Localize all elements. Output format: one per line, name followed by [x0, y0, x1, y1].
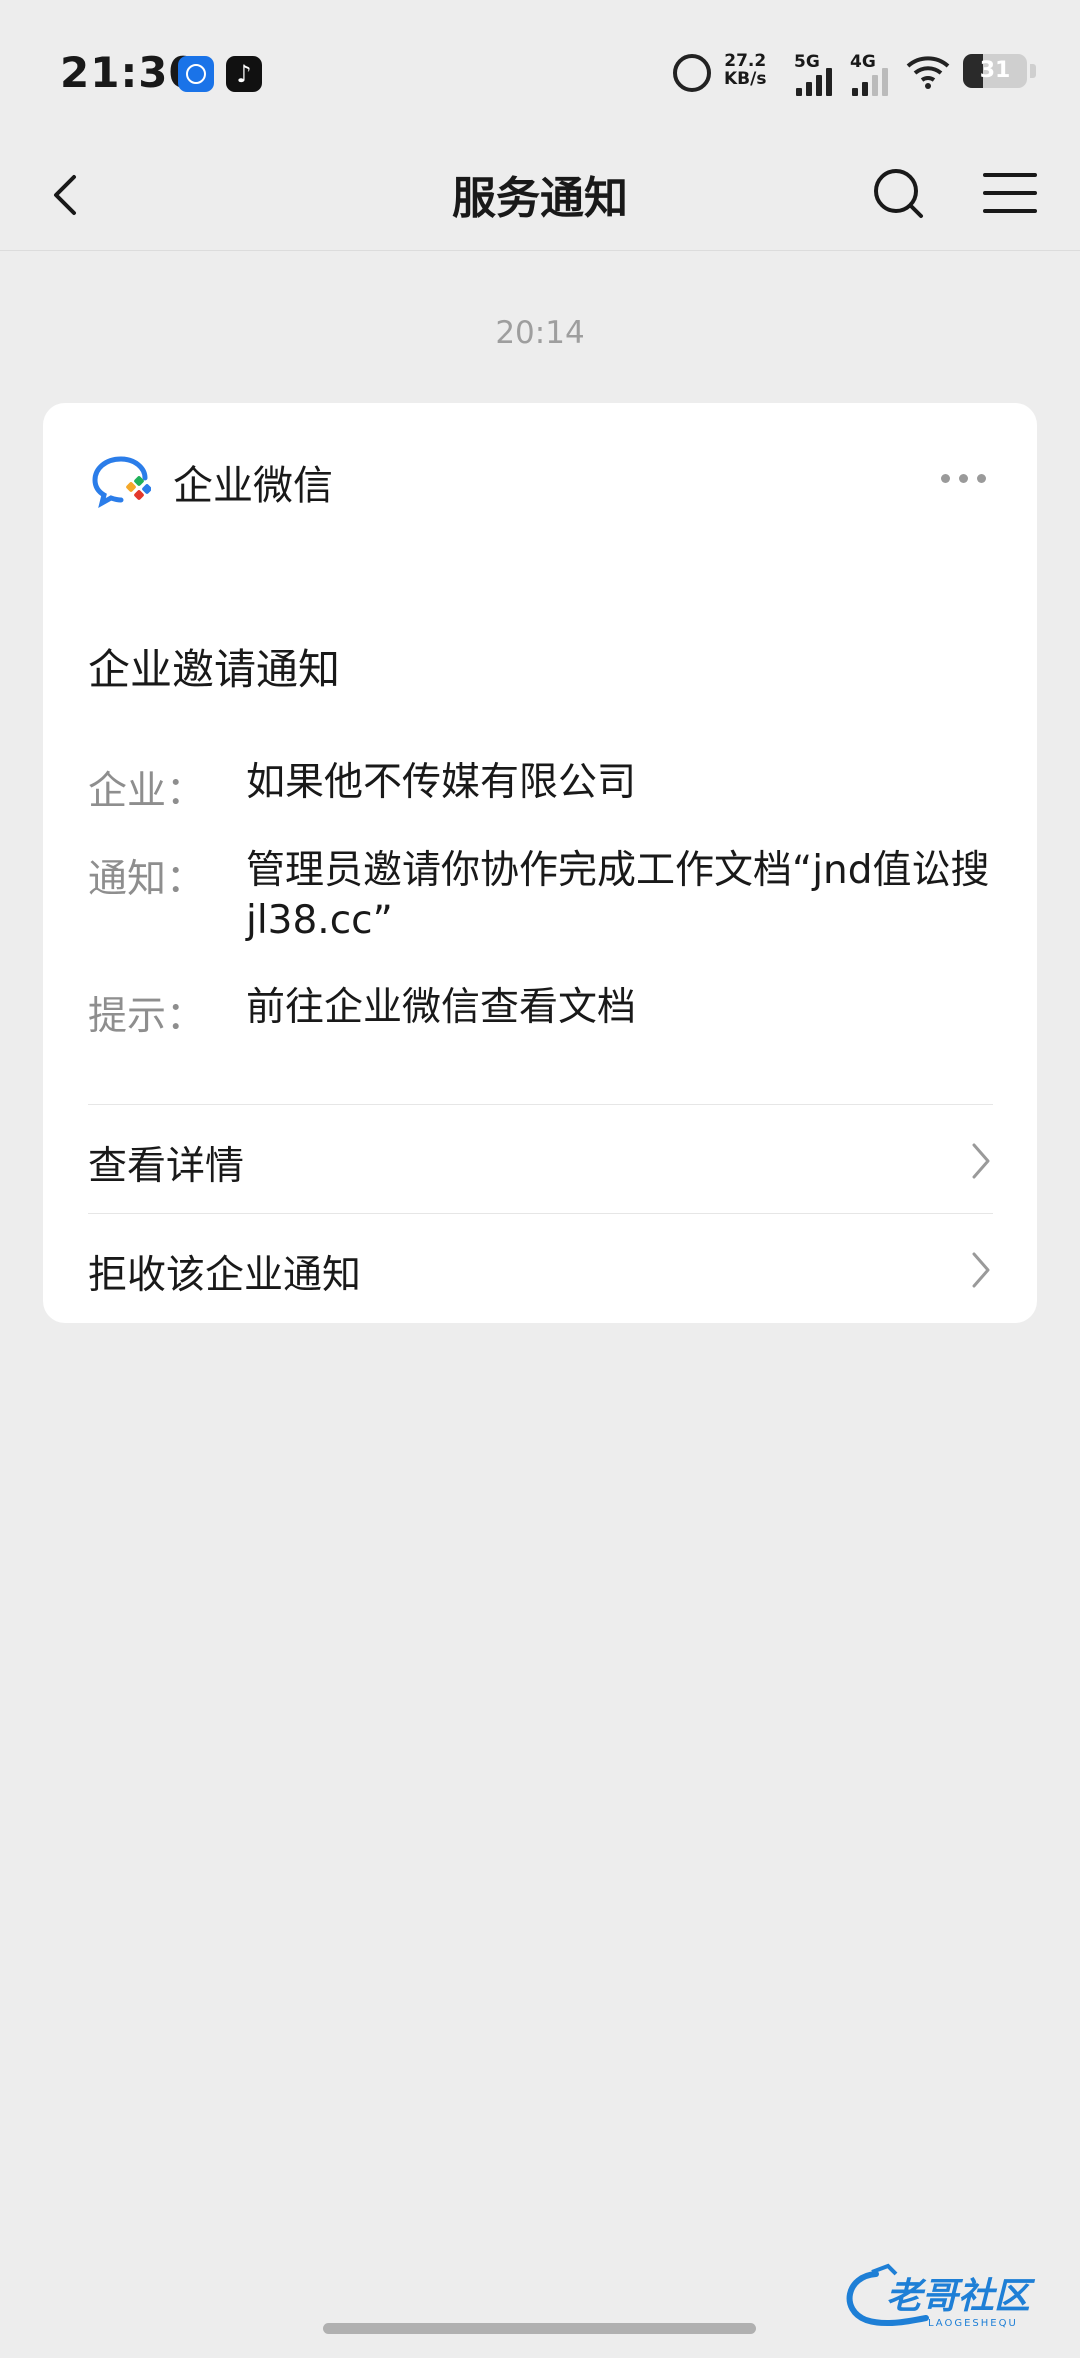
svg-text:LAOGESHEQU: LAOGESHEQU	[928, 2318, 1018, 2329]
network-speed: 27.2 KB/s	[724, 51, 767, 89]
notification-card: 企业微信 企业邀请通知 企业： 如果他不传媒有限公司 通知： 管理员邀请你协作完…	[43, 403, 1037, 1323]
watermark-logo: 老哥社区 LAOGESHEQU	[846, 2263, 1036, 2329]
field-value-company: 如果他不传媒有限公司	[246, 760, 637, 805]
notification-title: 企业邀请通知	[88, 645, 341, 694]
reject-notifications-button[interactable]: 拒收该企业通知	[88, 1213, 993, 1323]
message-timestamp: 20:14	[495, 315, 585, 351]
alarm-icon	[673, 54, 711, 92]
wifi-icon	[906, 56, 950, 89]
battery-cap	[1030, 64, 1036, 78]
search-icon	[874, 169, 923, 218]
view-details-label: 查看详情	[88, 1144, 245, 1189]
battery-icon: 31	[963, 54, 1027, 88]
field-label-company: 企业：	[88, 769, 206, 814]
menu-icon	[983, 173, 1037, 213]
more-options-button[interactable]	[933, 453, 993, 503]
app-notification-icon	[178, 56, 214, 92]
menu-button[interactable]	[975, 158, 1045, 228]
svg-text:老哥社区: 老哥社区	[886, 2276, 1036, 2317]
field-label-tip: 提示：	[88, 994, 206, 1039]
field-value-tip: 前往企业微信查看文档	[246, 985, 637, 1030]
home-indicator[interactable]	[323, 2323, 756, 2334]
app-name: 企业微信	[173, 463, 333, 509]
chevron-right-icon	[972, 1252, 990, 1288]
tiktok-icon: ♪	[226, 56, 262, 92]
nav-bar: 服务通知	[0, 140, 1080, 251]
status-bar: 21:30 ♪ 27.2 KB/s 5G 4G 31	[0, 0, 1080, 140]
view-details-button[interactable]: 查看详情	[88, 1104, 993, 1214]
signal-bars-icon	[796, 66, 836, 96]
more-icon	[941, 474, 950, 483]
reject-notifications-label: 拒收该企业通知	[88, 1253, 362, 1298]
field-label-notice: 通知：	[88, 857, 206, 902]
battery-level: 31	[979, 58, 1011, 83]
chevron-right-icon	[972, 1143, 990, 1179]
search-button[interactable]	[865, 158, 935, 228]
field-value-notice: 管理员邀请你协作完成工作文档“jnd值讼搜jl38.cc”	[246, 848, 990, 943]
signal-bars-icon-2	[852, 66, 892, 96]
wecom-logo-icon	[92, 456, 151, 508]
